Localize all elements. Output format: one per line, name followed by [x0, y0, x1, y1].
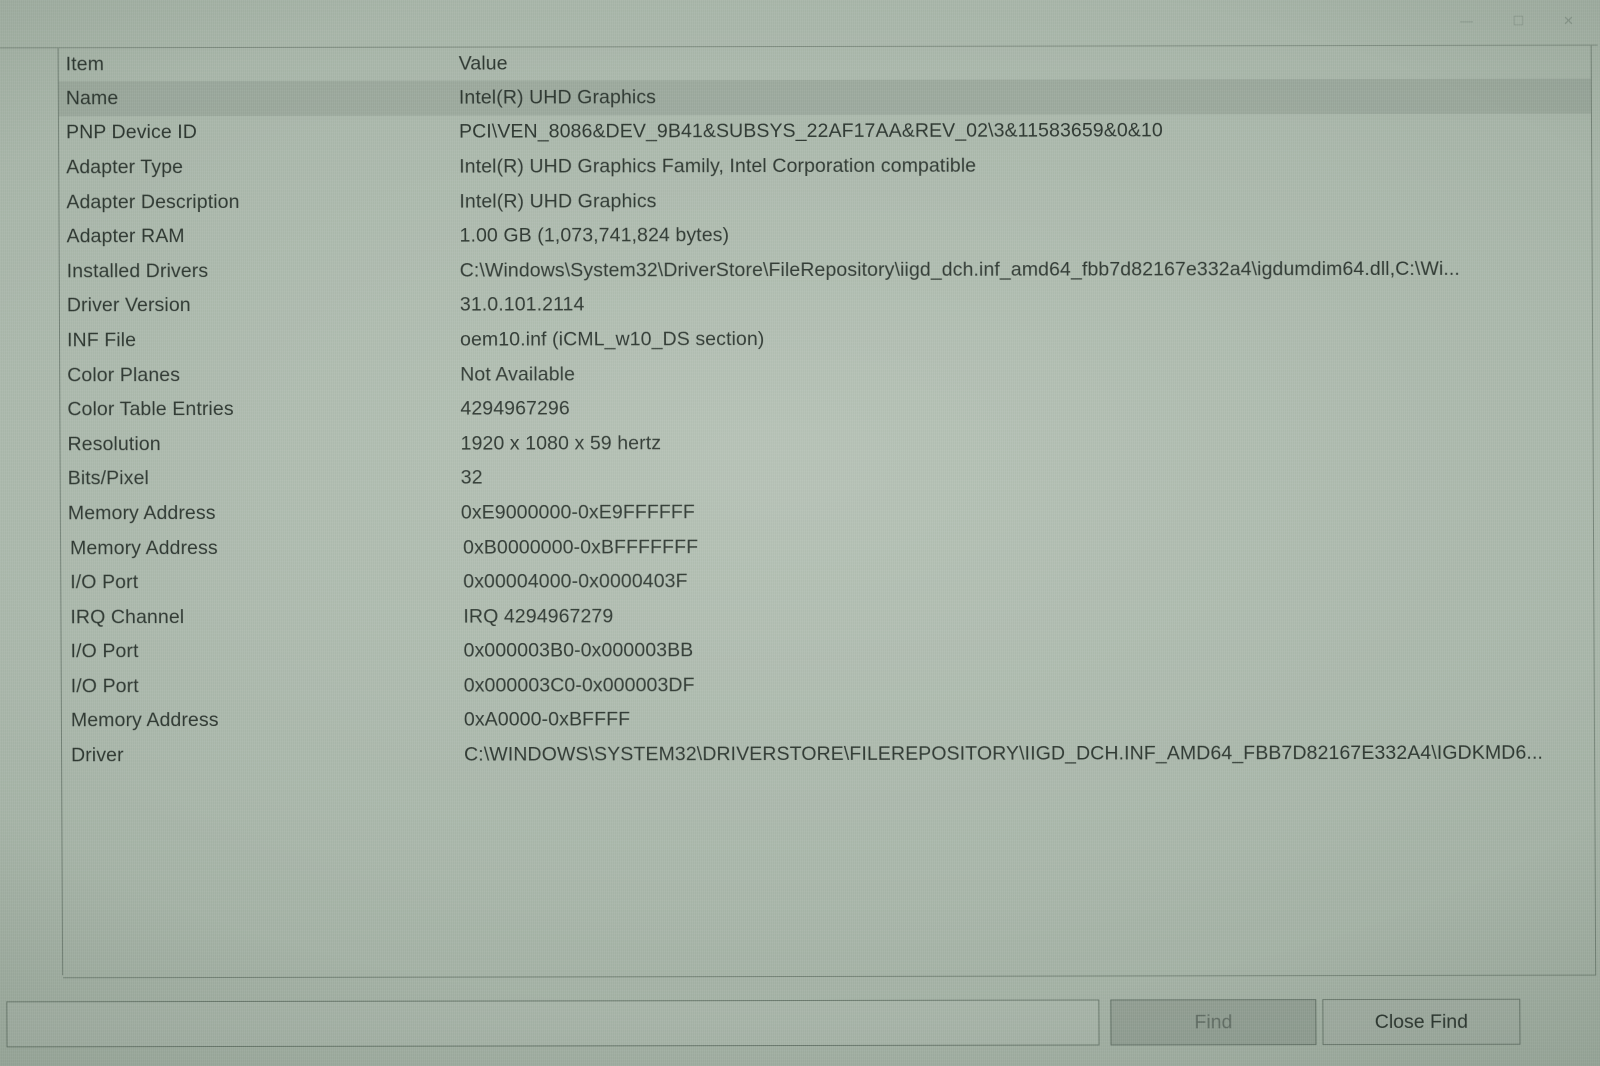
screen-content: — ☐ ✕ Item Value Name Intel(R) UHD Graphi…	[0, 0, 1600, 1066]
table-row[interactable]: Memory Address 0xB0000000-0xBFFFFFFF	[61, 528, 1593, 565]
table-cell-item: Installed Drivers	[66, 259, 209, 283]
table-row[interactable]: Driver C:\WINDOWS\SYSTEM32\DRIVERSTORE\FI…	[62, 736, 1594, 773]
find-bar: Find Close Find	[6, 991, 1596, 1050]
table-cell-value: C:\Windows\System32\DriverStore\FileRepo…	[459, 257, 1460, 282]
table-cell-item: Adapter RAM	[66, 225, 185, 248]
table-cell-item: Driver	[71, 744, 124, 767]
table-row[interactable]: PNP Device ID PCI\VEN_8086&DEV_9B41&SUBSY…	[59, 113, 1591, 150]
table-row[interactable]: Installed Drivers C:\Windows\System32\Dri…	[60, 252, 1592, 289]
table-row[interactable]: Resolution 1920 x 1080 x 59 hertz	[60, 425, 1592, 462]
table-cell-item: Memory Address	[70, 536, 218, 559]
table-row[interactable]: I/O Port 0x000003B0-0x000003BB	[61, 632, 1593, 669]
table-cell-item: PNP Device ID	[65, 121, 198, 144]
table-row[interactable]: Memory Address 0xA0000-0xBFFFF	[62, 701, 1594, 738]
table-row[interactable]: Name Intel(R) UHD Graphics	[58, 78, 1591, 116]
table-row[interactable]: I/O Port 0x000003C0-0x000003DF	[62, 667, 1594, 704]
table-row[interactable]: Adapter RAM 1.00 GB (1,073,741,824 bytes)	[59, 217, 1591, 254]
maximize-button[interactable]: ☐	[1495, 7, 1541, 35]
close-find-button[interactable]: Close Find	[1322, 998, 1521, 1046]
minimize-icon: —	[1459, 13, 1474, 29]
table-cell-value: PCI\VEN_8086&DEV_9B41&SUBSYS_22AF17AA&RE…	[458, 119, 1163, 143]
close-button[interactable]: ✕	[1545, 7, 1591, 35]
table-cell-value: 4294967296	[460, 397, 570, 420]
table-row[interactable]: Color Table Entries 4294967296	[60, 390, 1592, 427]
table-cell-item: Adapter Description	[66, 190, 240, 213]
table-row[interactable]: Adapter Type Intel(R) UHD Graphics Family…	[59, 148, 1591, 185]
table-cell-value: 0xA0000-0xBFFFF	[463, 708, 631, 732]
find-button[interactable]: Find	[1110, 999, 1317, 1046]
table-cell-value: 1920 x 1080 x 59 hertz	[460, 431, 662, 455]
table-row[interactable]: IRQ Channel IRQ 4294967279	[61, 598, 1593, 635]
table-cell-value: 1.00 GB (1,073,741,824 bytes)	[459, 224, 730, 247]
find-input[interactable]	[6, 999, 1100, 1048]
table-cell-value: 0xE9000000-0xE9FFFFFF	[460, 501, 695, 524]
table-cell-value: 0x000003B0-0x000003BB	[463, 639, 694, 662]
find-button-label: Find	[1194, 1010, 1233, 1033]
table-cell-item: Bits/Pixel	[67, 467, 149, 490]
window-titlebar: — ☐ ✕	[0, 0, 1598, 49]
table-cell-item: Memory Address	[70, 709, 219, 732]
details-table[interactable]: Item Value Name Intel(R) UHD Graphics PNP …	[58, 45, 1597, 979]
close-icon: ✕	[1563, 13, 1574, 29]
minimize-button[interactable]: —	[1443, 7, 1489, 35]
navigation-tree-pane[interactable]	[1, 48, 64, 976]
table-cell-item: Driver Version	[66, 294, 191, 317]
table-cell-item: I/O Port	[70, 640, 139, 663]
table-cell-item: Resolution	[67, 432, 161, 456]
maximize-icon: ☐	[1512, 13, 1525, 29]
table-row[interactable]: INF File oem10.inf (iCML_w10_DS section)	[60, 321, 1592, 358]
table-cell-value: Not Available	[460, 362, 576, 386]
table-cell-item: Adapter Type	[66, 156, 184, 179]
table-row[interactable]: Bits/Pixel 32	[61, 459, 1593, 496]
table-cell-value: Intel(R) UHD Graphics	[458, 86, 657, 109]
table-cell-item: Name	[65, 86, 119, 110]
column-header-item[interactable]: Item	[59, 53, 455, 77]
table-cell-item: I/O Port	[70, 675, 139, 698]
close-find-button-label: Close Find	[1374, 1010, 1469, 1033]
table-row[interactable]: Driver Version 31.0.101.2114	[60, 286, 1592, 323]
table-cell-value: Intel(R) UHD Graphics Family, Intel Corp…	[459, 154, 977, 178]
table-cell-value: 32	[460, 466, 483, 489]
table-cell-item: Color Planes	[67, 363, 181, 386]
table-cell-value: IRQ 4294967279	[463, 605, 614, 628]
table-cell-value: oem10.inf (iCML_w10_DS section)	[459, 328, 765, 351]
table-cell-item: I/O Port	[70, 571, 139, 594]
table-cell-value: 31.0.101.2114	[459, 293, 585, 316]
table-cell-item: Color Table Entries	[67, 398, 234, 421]
column-header-value[interactable]: Value	[455, 51, 1591, 76]
table-header-row: Item Value	[59, 46, 1591, 82]
table-cell-item: Memory Address	[67, 501, 216, 525]
photographed-screen: — ☐ ✕ Item Value Name Intel(R) UHD Graphi…	[0, 0, 1600, 1066]
table-cell-value: 0xB0000000-0xBFFFFFFF	[463, 535, 699, 559]
table-row[interactable]: Adapter Description Intel(R) UHD Graphics	[59, 182, 1591, 219]
table-cell-value: 0x00004000-0x0000403F	[463, 570, 688, 593]
table-row[interactable]: Color Planes Not Available	[60, 355, 1592, 392]
table-row[interactable]: I/O Port 0x00004000-0x0000403F	[61, 563, 1593, 600]
table-cell-value: Intel(R) UHD Graphics	[459, 189, 657, 213]
table-cell-item: IRQ Channel	[70, 605, 185, 628]
table-cell-item: INF File	[66, 329, 137, 352]
table-cell-value: 0x000003C0-0x000003DF	[463, 674, 695, 697]
table-row[interactable]: Memory Address 0xE9000000-0xE9FFFFFF	[61, 494, 1593, 531]
table-cell-value: C:\WINDOWS\SYSTEM32\DRIVERSTORE\FILEREPO…	[464, 741, 1543, 766]
